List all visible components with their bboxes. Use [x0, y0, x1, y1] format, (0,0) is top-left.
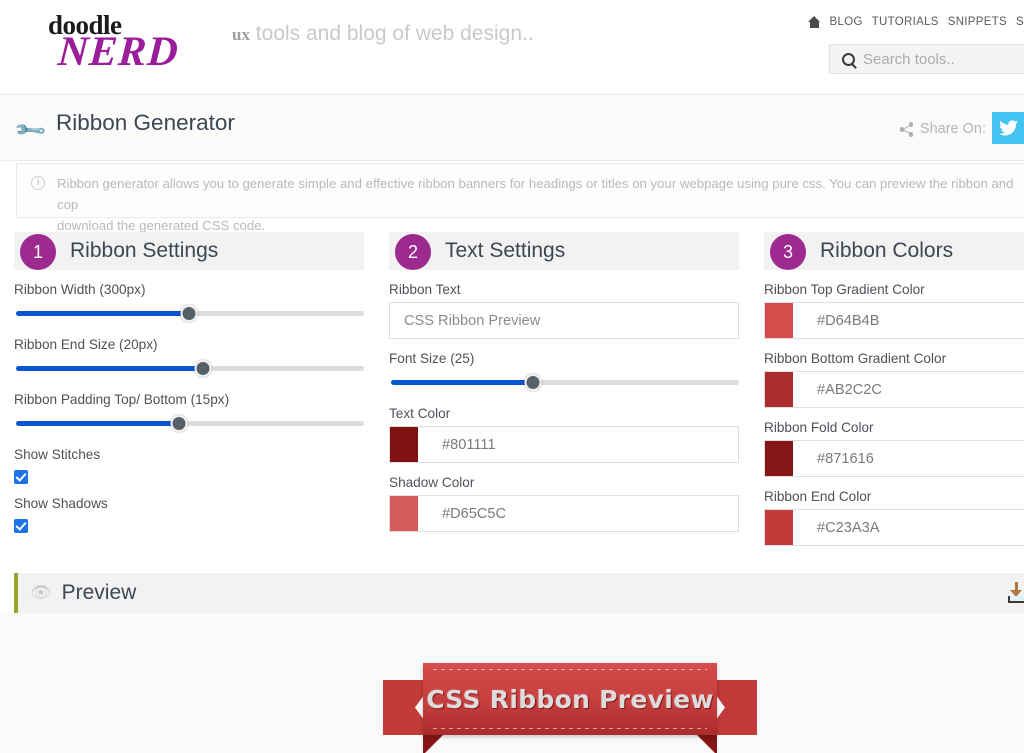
share-icon	[900, 122, 914, 136]
checkbox-show-shadows[interactable]	[14, 519, 28, 533]
panel-ribbon-colors: 3 Ribbon Colors Ribbon Top Gradient Colo…	[764, 232, 1024, 546]
slider-fill	[391, 380, 535, 385]
label-ribbon-width: Ribbon Width (300px)	[14, 282, 364, 297]
color-value-top-gradient: #D64B4B	[817, 313, 879, 329]
section-header-2: 2 Text Settings	[389, 232, 739, 270]
home-icon[interactable]	[808, 16, 821, 28]
search-input[interactable]: Search tools..	[863, 51, 955, 68]
input-text-color[interactable]: #801111	[389, 426, 739, 463]
input-ribbon-text[interactable]: CSS Ribbon Preview	[389, 302, 739, 339]
color-swatch-bottom-gradient[interactable]	[765, 372, 793, 407]
page-root: doodle NERD ux tools and blog of web des…	[0, 0, 1024, 753]
ribbon-body: CSS Ribbon Preview	[423, 663, 717, 735]
input-end-color[interactable]: #C23A3A	[764, 509, 1024, 546]
section-header-3: 3 Ribbon Colors	[764, 232, 1024, 270]
share-on-group: Share On:	[900, 121, 986, 137]
input-bottom-gradient-color[interactable]: #AB2C2C	[764, 371, 1024, 408]
input-fold-color[interactable]: #871616	[764, 440, 1024, 477]
ribbon-fold-left	[423, 735, 443, 753]
section-header-1: 1 Ribbon Settings	[14, 232, 364, 270]
color-value-shadow: #D65C5C	[442, 506, 506, 522]
label-ribbon-padding: Ribbon Padding Top/ Bottom (15px)	[14, 392, 364, 407]
share-label: Share On:	[920, 121, 986, 137]
slider-fill	[16, 366, 205, 371]
nav-item-tutorials[interactable]: TUTORIALS	[872, 16, 939, 28]
color-value-bottom-gradient: #AB2C2C	[817, 382, 882, 398]
slider-ribbon-end-size[interactable]	[14, 358, 364, 380]
slider-font-size[interactable]	[389, 372, 739, 394]
nav-item-blog[interactable]: BLOG	[830, 16, 863, 28]
label-fold-color: Ribbon Fold Color	[764, 420, 1024, 435]
site-header: doodle NERD ux tools and blog of web des…	[0, 0, 1024, 85]
label-show-shadows: Show Shadows	[14, 496, 364, 511]
section-number-1: 1	[20, 234, 56, 270]
section-number-3: 3	[770, 234, 806, 270]
wrench-icon: 🔧	[13, 113, 48, 148]
eye-icon: 👁	[30, 583, 52, 603]
label-top-gradient: Ribbon Top Gradient Color	[764, 282, 1024, 297]
nav-item-snippets[interactable]: SNIPPETS	[948, 16, 1007, 28]
label-end-color: Ribbon End Color	[764, 489, 1024, 504]
color-swatch-shadow[interactable]	[390, 496, 418, 531]
section-title-1: Ribbon Settings	[70, 239, 218, 263]
label-shadow-color: Shadow Color	[389, 475, 739, 490]
checkbox-show-stitches[interactable]	[14, 470, 28, 484]
preview-title: Preview	[62, 581, 137, 605]
info-icon: i	[31, 176, 45, 190]
ribbon-preview: CSS Ribbon Preview	[375, 661, 765, 753]
logo-text-nerd: NERD	[56, 28, 180, 76]
slider-fill	[16, 311, 191, 316]
slider-fill	[16, 421, 181, 426]
ribbon-fold-right	[697, 735, 717, 753]
info-notice-text: Ribbon generator allows you to generate …	[57, 173, 1021, 236]
section-number-2: 2	[395, 234, 431, 270]
color-swatch-fold[interactable]	[765, 441, 793, 476]
color-value-fold: #871616	[817, 451, 874, 467]
color-value-end: #C23A3A	[817, 520, 879, 536]
label-font-size: Font Size (25)	[389, 351, 739, 366]
ribbon-stitch-top	[433, 669, 707, 670]
ribbon-stitch-bottom	[433, 728, 707, 729]
tagline-accent: ux	[232, 25, 250, 44]
ribbon-text: CSS Ribbon Preview	[426, 685, 714, 714]
download-icon[interactable]	[1008, 582, 1024, 604]
tool-header: 🔧 Ribbon Generator Share On:	[0, 94, 1024, 161]
label-bottom-gradient: Ribbon Bottom Gradient Color	[764, 351, 1024, 366]
info-notice: i Ribbon generator allows you to generat…	[16, 163, 1024, 218]
twitter-share-button[interactable]	[992, 112, 1024, 144]
site-logo[interactable]: doodle NERD	[22, 6, 232, 72]
section-title-3: Ribbon Colors	[820, 239, 953, 263]
label-text-color: Text Color	[389, 406, 739, 421]
color-swatch-end[interactable]	[765, 510, 793, 545]
panel-ribbon-settings: 1 Ribbon Settings Ribbon Width (300px) R…	[14, 232, 364, 533]
tagline-rest: tools and blog of web design..	[250, 22, 534, 45]
slider-ribbon-width[interactable]	[14, 303, 364, 325]
preview-header: 👁 Preview	[14, 573, 1024, 613]
color-swatch-text[interactable]	[390, 427, 418, 462]
input-shadow-color[interactable]: #D65C5C	[389, 495, 739, 532]
section-title-2: Text Settings	[445, 239, 565, 263]
slider-thumb[interactable]	[181, 305, 198, 322]
preview-area: CSS Ribbon Preview	[0, 613, 1024, 753]
panel-text-settings: 2 Text Settings Ribbon Text CSS Ribbon P…	[389, 232, 739, 532]
page-title: Ribbon Generator	[56, 110, 235, 136]
site-tagline: ux tools and blog of web design..	[232, 22, 534, 46]
nav-item-truncated[interactable]: S	[1016, 16, 1024, 28]
search-icon	[842, 53, 855, 66]
color-swatch-top-gradient[interactable]	[765, 303, 793, 338]
slider-thumb[interactable]	[195, 360, 212, 377]
search-box[interactable]: Search tools..	[829, 44, 1024, 74]
slider-thumb[interactable]	[524, 374, 541, 391]
label-show-stitches: Show Stitches	[14, 447, 364, 462]
slider-thumb[interactable]	[170, 415, 187, 432]
label-ribbon-end-size: Ribbon End Size (20px)	[14, 337, 364, 352]
main-navigation: BLOG TUTORIALS SNIPPETS S	[808, 16, 1024, 28]
color-value-text: #801111	[442, 437, 496, 453]
label-ribbon-text: Ribbon Text	[389, 282, 739, 297]
twitter-bird-icon	[999, 120, 1018, 136]
input-top-gradient-color[interactable]: #D64B4B	[764, 302, 1024, 339]
slider-ribbon-padding[interactable]	[14, 413, 364, 435]
